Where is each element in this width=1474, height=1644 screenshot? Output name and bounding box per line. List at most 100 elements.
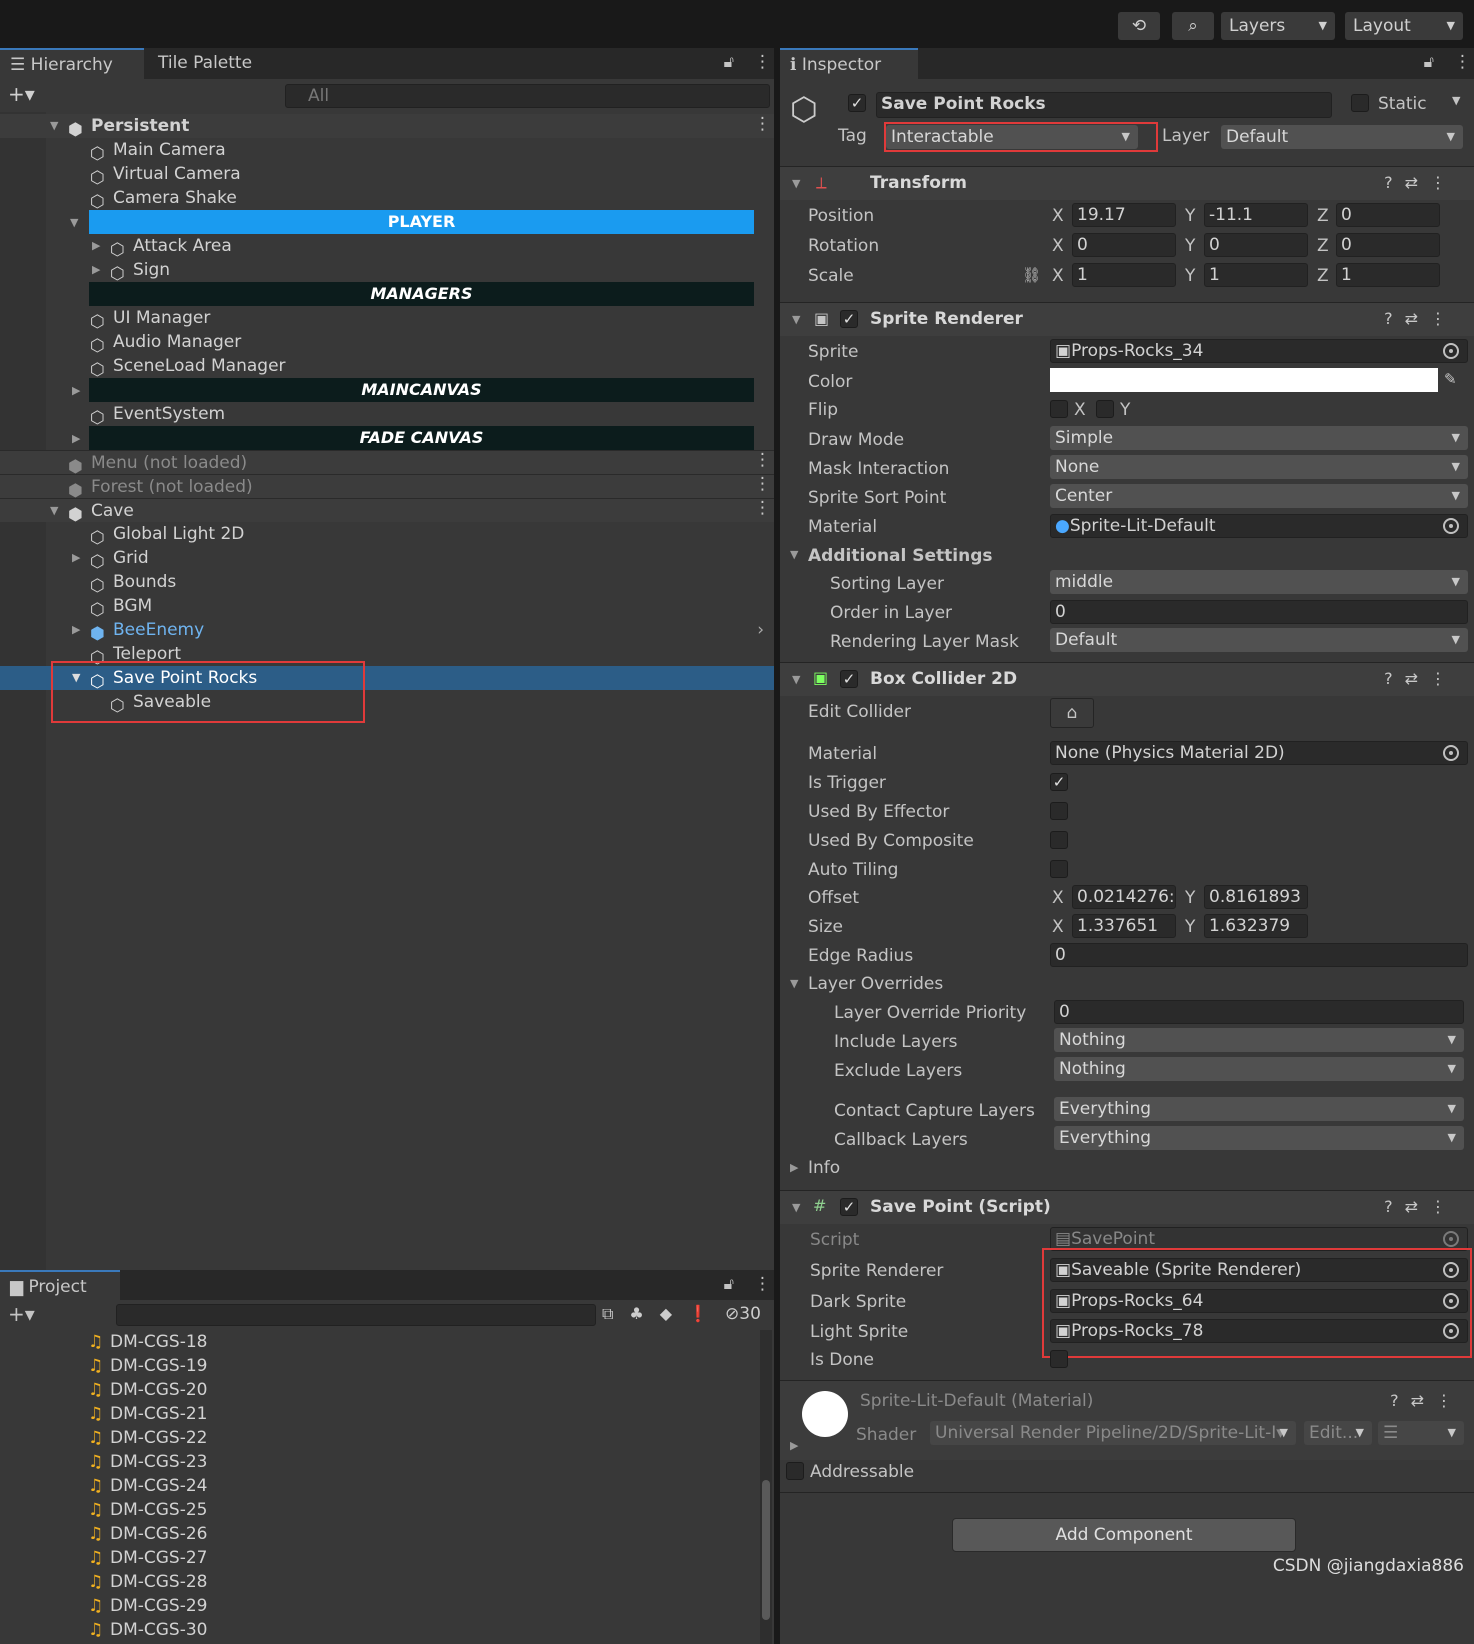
more-icon[interactable]: ⋮ [754,474,771,494]
player-header[interactable]: PLAYER [89,210,754,234]
list-item[interactable]: ⬡ Virtual Camera [0,162,241,188]
color-swatch[interactable] [1050,368,1438,392]
component-header-icons[interactable]: ?⇄⋮ [1384,309,1458,328]
scene-cave[interactable]: ▼ ⬢ Cave [0,498,774,525]
layers-dropdown[interactable]: Layers ▼ [1221,12,1335,40]
add-component-button[interactable]: Add Component [952,1518,1296,1552]
list-item[interactable]: ♫ DM-CGS-23 [88,1450,208,1474]
sprite-field[interactable]: ▣Props-Rocks_34 [1050,339,1468,363]
scrollbar[interactable] [760,1330,772,1644]
gameobject-icon[interactable]: ⬡ [790,90,818,128]
object-picker-icon[interactable] [1443,343,1459,359]
scene-persistent[interactable]: ▼ ⬢ Persistent [0,114,774,140]
hidden-count[interactable]: ⊘30 [725,1304,761,1324]
managers-header[interactable]: MANAGERS [89,282,754,306]
position-z-field[interactable]: 0 [1336,203,1440,227]
additional-settings-label[interactable]: Additional Settings [808,546,993,566]
chevron-right-icon[interactable]: › [757,618,764,642]
link-icon[interactable]: ⛓ [1022,266,1041,284]
tab-tile-palette[interactable]: Tile Palette [148,48,262,79]
rotation-x-field[interactable]: 0 [1072,233,1176,257]
list-item[interactable]: ⬡ Audio Manager [0,330,241,356]
edge-radius-field[interactable]: 0 [1050,943,1468,967]
draw-mode-dropdown[interactable]: Simple [1050,426,1468,450]
mask-dropdown[interactable]: None [1050,455,1468,479]
list-item[interactable]: ♫ DM-CGS-27 [88,1546,208,1570]
more-icon[interactable]: ⋮ [754,1274,771,1294]
list-item[interactable]: ⬡ Main Camera [0,138,226,164]
auto-tiling-checkbox[interactable] [1050,860,1068,878]
fold-arrow-icon[interactable]: ▼ [790,977,798,990]
transform-header[interactable]: ▼ ⟂ Transform ?⇄⋮ [780,166,1474,200]
list-item[interactable]: ♫ DM-CGS-29 [88,1594,208,1618]
scale-x-field[interactable]: 1 [1072,263,1176,287]
more-icon[interactable]: ⋮ [1454,52,1471,72]
component-header-icons[interactable]: ?⇄⋮ [1384,173,1458,192]
list-item[interactable]: ♫ DM-CGS-20 [88,1378,208,1402]
more-icon[interactable]: ⋮ [754,52,771,72]
used-by-effector-checkbox[interactable] [1050,802,1068,820]
priority-field[interactable]: 0 [1054,1000,1464,1024]
is-trigger-checkbox[interactable]: ✓ [1050,773,1068,791]
list-item[interactable]: ♫ DM-CGS-24 [88,1474,208,1498]
list-item[interactable]: ▶ ⬡ Grid [0,546,149,572]
list-item[interactable]: ⬡ Bounds [0,570,176,596]
layer-overrides-label[interactable]: Layer Overrides [808,974,943,994]
tab-inspector[interactable]: ℹ Inspector [780,48,918,79]
flip-y-checkbox[interactable] [1096,400,1114,418]
list-item[interactable]: ♫ DM-CGS-18 [88,1330,208,1354]
rendering-layer-mask-dropdown[interactable]: Default [1050,628,1468,652]
project-search-input[interactable] [116,1304,596,1326]
position-x-field[interactable]: 19.17 [1072,203,1176,227]
layout-dropdown[interactable]: Layout ▼ [1345,12,1463,40]
component-header-icons[interactable]: ?⇄⋮ [1390,1391,1464,1410]
project-filter-icons[interactable]: ⧉♣◆❗ [602,1304,724,1324]
material-field[interactable]: ●Sprite-Lit-Default [1050,514,1468,538]
object-picker-icon[interactable] [1443,518,1459,534]
fold-arrow-icon[interactable]: ▼ [50,114,58,138]
fold-arrow-icon[interactable]: ▼ [792,673,800,686]
fold-arrow-icon[interactable]: ▶ [72,618,80,642]
add-icon[interactable]: +▾ [8,82,35,106]
list-item[interactable]: ♫ DM-CGS-21 [88,1402,208,1426]
list-item[interactable]: ⬡ UI Manager [0,306,210,332]
list-item[interactable]: ▶ ⬡ Sign [0,258,170,284]
chevron-down-icon[interactable]: ▼ [1452,94,1460,107]
sprite-renderer-header[interactable]: ▼ ▣ ✓ Sprite Renderer ?⇄⋮ [780,302,1474,336]
list-item[interactable]: ♫ DM-CGS-25 [88,1498,208,1522]
scene-forest[interactable]: ⬢ Forest (not loaded) [0,474,774,501]
fold-arrow-icon[interactable]: ▼ [50,499,58,523]
used-by-composite-checkbox[interactable] [1050,831,1068,849]
offset-x-field[interactable]: 0.0214276: [1072,885,1176,909]
fold-arrow-icon[interactable]: ▶ [72,432,80,445]
fold-arrow-icon[interactable]: ▼ [790,548,798,561]
list-item[interactable]: ⬡ Global Light 2D [0,522,244,548]
fold-arrow-icon[interactable]: ▼ [792,313,800,326]
offset-y-field[interactable]: 0.8161893 [1204,885,1308,909]
rotation-z-field[interactable]: 0 [1336,233,1440,257]
maincanvas-header[interactable]: MAINCANVAS [89,378,754,402]
flip-x-checkbox[interactable] [1050,400,1068,418]
object-picker-icon[interactable] [1443,745,1459,761]
fold-arrow-icon[interactable]: ▶ [92,258,100,282]
shader-dropdown[interactable]: Universal Render Pipeline/2D/Sprite-Lit-… [930,1421,1296,1445]
tab-hierarchy[interactable]: ☰ Hierarchy [0,48,144,79]
exclude-layers-dropdown[interactable]: Nothing [1054,1057,1464,1081]
more-icon[interactable]: ⋮ [754,114,771,134]
contact-capture-dropdown[interactable]: Everything [1054,1097,1464,1121]
object-name-input[interactable]: Save Point Rocks [876,92,1332,118]
fold-arrow-icon[interactable]: ▼ [70,216,78,229]
enabled-checkbox[interactable]: ✓ [840,670,858,688]
component-header-icons[interactable]: ?⇄⋮ [1384,669,1458,688]
info-label[interactable]: Info [808,1158,840,1178]
list-item[interactable]: ♫ DM-CGS-28 [88,1570,208,1594]
sorting-layer-dropdown[interactable]: middle [1050,570,1468,594]
eyedropper-icon[interactable]: ✎ [1444,370,1457,388]
size-y-field[interactable]: 1.632379 [1204,914,1308,938]
fold-arrow-icon[interactable]: ▶ [790,1439,798,1452]
lock-icon[interactable]: 🔓︎ [724,1274,734,1294]
size-x-field[interactable]: 1.337651 [1072,914,1176,938]
save-point-header[interactable]: ▼ # ✓ Save Point (Script) ?⇄⋮ [780,1190,1474,1224]
active-checkbox[interactable]: ✓ [848,94,866,112]
fold-arrow-icon[interactable]: ▶ [790,1161,798,1174]
